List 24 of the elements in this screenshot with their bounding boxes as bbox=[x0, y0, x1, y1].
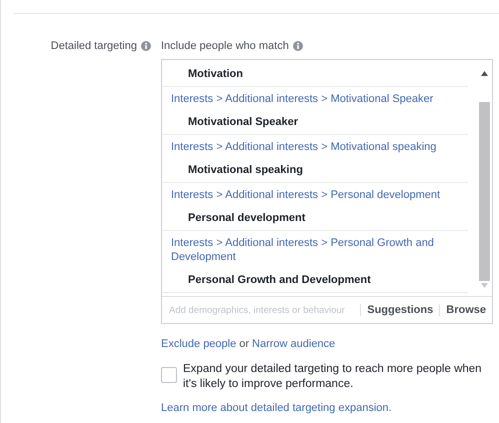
include-label: Include people who match bbox=[161, 40, 289, 52]
selected-interest: Motivational speaking bbox=[162, 159, 468, 183]
selected-interest: Motivation bbox=[162, 63, 468, 87]
narrow-link[interactable]: Narrow audience bbox=[252, 338, 336, 350]
expand-text: Expand your detailed targeting to reach more people when it's likely to improve performance. bbox=[183, 362, 483, 392]
learn-more-link[interactable]: Learn more about detailed targeting expansion. bbox=[161, 402, 392, 414]
interest-path[interactable]: Interests > Additional interests > Personal Growth and Development bbox=[162, 231, 468, 269]
expand-checkbox[interactable] bbox=[161, 367, 177, 383]
field-label: Detailed targeting bbox=[50, 40, 137, 52]
interest-path[interactable]: Interests > Additional interests > Motivational Speaker bbox=[162, 87, 468, 111]
browse-button[interactable]: Browse bbox=[446, 304, 486, 316]
suggestions-button[interactable]: Suggestions bbox=[367, 304, 434, 316]
scroll-down-icon[interactable] bbox=[481, 283, 488, 288]
scroll-thumb[interactable] bbox=[479, 102, 490, 281]
interest-path[interactable]: Interests > Additional interests > Motivational speaking bbox=[162, 135, 468, 159]
selected-interest: Personal Growth and Development bbox=[162, 269, 468, 293]
info-icon bbox=[141, 40, 151, 50]
exclude-link[interactable]: Exclude people bbox=[161, 338, 236, 350]
interest-path[interactable]: Interests > Additional interests > Personal development bbox=[162, 183, 468, 207]
info-icon bbox=[292, 40, 303, 50]
selected-interest: Personal development bbox=[162, 207, 468, 231]
selected-interest: Motivational Speaker bbox=[162, 111, 468, 135]
or-text: or bbox=[239, 338, 250, 350]
scroll-up-icon[interactable] bbox=[481, 71, 488, 76]
